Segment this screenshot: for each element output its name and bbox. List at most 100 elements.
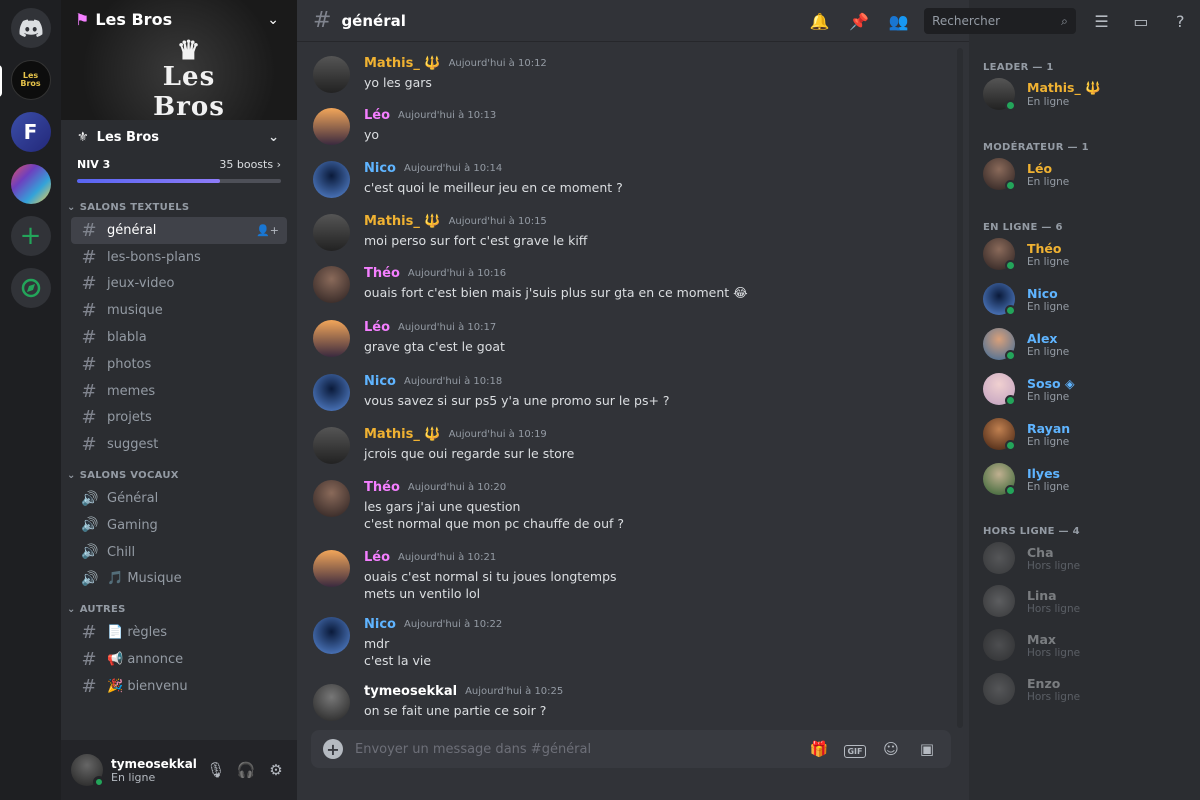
message-author[interactable]: Théo (364, 480, 400, 495)
message-author[interactable]: Mathis_ 🔱 (364, 214, 441, 229)
member-item[interactable]: Soso ◈ En ligne (983, 373, 1075, 406)
scrollbar[interactable] (957, 48, 963, 728)
message-author[interactable]: Léo (364, 108, 390, 123)
member-item[interactable]: Enzo Hors ligne (983, 673, 1080, 705)
boost-bar (77, 179, 281, 183)
channel-4[interactable]: # blabla (71, 324, 287, 351)
gear-icon[interactable]: ⚙ (265, 761, 287, 779)
member-name: Lina (1027, 587, 1057, 603)
channel-2[interactable]: # jeux-video (71, 271, 287, 298)
avatar[interactable] (313, 108, 350, 145)
emoji-icon[interactable]: ☺ (879, 740, 903, 758)
avatar[interactable] (313, 480, 350, 517)
avatar[interactable] (313, 550, 350, 587)
chevron-down-icon[interactable]: ⌄ (267, 12, 279, 28)
category-other[interactable]: ⌄ AUTRES (61, 592, 297, 619)
discord-home-icon[interactable] (10, 8, 51, 48)
member-item[interactable]: Mathis_ 🔱 En ligne (983, 78, 1101, 111)
bell-icon[interactable]: 🔔 (800, 12, 839, 31)
member-item[interactable]: Max Hors ligne (983, 629, 1080, 661)
voice-channel-2[interactable]: 🔊 Chill (71, 539, 287, 566)
member-item[interactable]: Nico En ligne (983, 283, 1069, 316)
speaker-icon: 🔊 (81, 544, 99, 561)
add-attachment-button[interactable]: + (323, 739, 343, 759)
message-author[interactable]: Léo (364, 550, 390, 565)
channel-3[interactable]: # musique (71, 297, 287, 324)
message-timestamp: Aujourd'hui à 10:12 (448, 58, 547, 69)
message-author[interactable]: Nico (364, 374, 396, 389)
inbox-icon[interactable]: ▭ (1121, 12, 1160, 31)
category-text[interactable]: ⌄ SALONS TEXTUELS (61, 190, 297, 217)
message-author[interactable]: tymeosekkal (364, 684, 457, 699)
member-item[interactable]: Lina Hors ligne (983, 585, 1080, 617)
sticker-icon[interactable]: ▣ (915, 740, 939, 758)
member-item[interactable]: Cha Hors ligne (983, 542, 1080, 574)
channel-8[interactable]: # suggest (71, 431, 287, 458)
message-author[interactable]: Mathis_ 🔱 (364, 56, 441, 71)
server-subheader[interactable]: ⚜ Les Bros ⌄ (61, 120, 297, 154)
avatar[interactable] (313, 617, 350, 654)
boost-bar-fill (77, 179, 220, 183)
avatar[interactable] (313, 161, 350, 198)
member-item[interactable]: Théo En ligne (983, 238, 1069, 271)
banner-text: Les Bros (153, 62, 225, 120)
channel-5[interactable]: # photos (71, 351, 287, 378)
message-list: Mathis_ 🔱 Aujourd'hui à 10:12 yo les gars L… (297, 46, 957, 724)
message-author[interactable]: Mathis_ 🔱 (364, 427, 441, 442)
member-item[interactable]: Rayan En ligne (983, 418, 1070, 451)
microphone-icon[interactable]: 🎙 (205, 761, 227, 779)
message-input[interactable] (355, 741, 795, 757)
voice-channel-1[interactable]: 🔊 Gaming (71, 512, 287, 539)
boost-progress[interactable]: NIV 3 35 boosts › (61, 154, 297, 190)
avatar[interactable] (313, 374, 350, 411)
online-status-dot (1005, 485, 1016, 496)
channel-7[interactable]: # projets (71, 405, 287, 432)
message-author[interactable]: Nico (364, 161, 396, 176)
server-les-bros-icon[interactable]: Les Bros (0, 60, 51, 100)
channel-label: photos (107, 356, 152, 372)
headphones-icon[interactable]: 🎧 (235, 761, 257, 779)
message-author[interactable]: Nico (364, 617, 396, 632)
avatar[interactable] (71, 754, 105, 788)
message-text: grave gta c'est le goat (364, 339, 505, 354)
avatar[interactable] (313, 427, 350, 464)
add-member-icon[interactable]: 👤+ (256, 224, 279, 237)
server-f-icon[interactable]: F (10, 112, 51, 152)
channel-6[interactable]: # memes (71, 378, 287, 405)
pin-icon[interactable]: 📌 (839, 12, 878, 31)
help-icon[interactable]: ? (1161, 12, 1200, 31)
gif-button[interactable]: GIF (843, 740, 867, 758)
search-input[interactable]: Rechercher ⌕ (924, 8, 1076, 34)
channel-0[interactable]: # général 👤+ (71, 217, 287, 244)
member-item[interactable]: Alex En ligne (983, 328, 1069, 361)
avatar[interactable] (313, 214, 350, 251)
voice-channel-3[interactable]: 🔊 🎵 Musique (71, 566, 287, 593)
server-name-header[interactable]: ⚑ Les Bros (75, 10, 172, 29)
message-header: Nico Aujourd'hui à 10:22 (364, 617, 502, 632)
message-author[interactable]: Léo (364, 320, 390, 335)
message: Mathis_ 🔱 Aujourd'hui à 10:19 jcrois que o… (313, 427, 953, 464)
other-channel-2[interactable]: # 🎉 bienvenu (71, 673, 287, 700)
online-status-dot (1005, 440, 1016, 451)
member-item[interactable]: Ilyes En ligne (983, 463, 1069, 496)
avatar[interactable] (313, 56, 350, 93)
avatar[interactable] (313, 266, 350, 303)
discover-icon[interactable] (10, 268, 51, 308)
voice-channel-0[interactable]: 🔊 Général (71, 485, 287, 512)
message-header: Nico Aujourd'hui à 10:18 (364, 374, 670, 389)
add-server-icon[interactable]: + (10, 216, 51, 256)
message-author[interactable]: Théo (364, 266, 400, 281)
members-icon[interactable]: 👥 (879, 12, 918, 31)
avatar[interactable] (313, 320, 350, 357)
avatar[interactable] (313, 684, 350, 721)
message-text: mets un ventilo lol (364, 586, 481, 601)
server-game-icon[interactable] (10, 164, 51, 204)
threads-icon[interactable]: ☰ (1082, 12, 1121, 31)
category-voice[interactable]: ⌄ SALONS VOCAUX (61, 458, 297, 485)
member-item[interactable]: Léo En ligne (983, 158, 1069, 191)
channel-1[interactable]: # les-bons-plans (71, 244, 287, 271)
other-channel-1[interactable]: # 📢 annonce (71, 646, 287, 673)
other-channel-0[interactable]: # 📄 règles (71, 619, 287, 646)
message-timestamp: Aujourd'hui à 10:16 (407, 268, 507, 279)
gift-icon[interactable]: 🎁 (807, 740, 831, 758)
